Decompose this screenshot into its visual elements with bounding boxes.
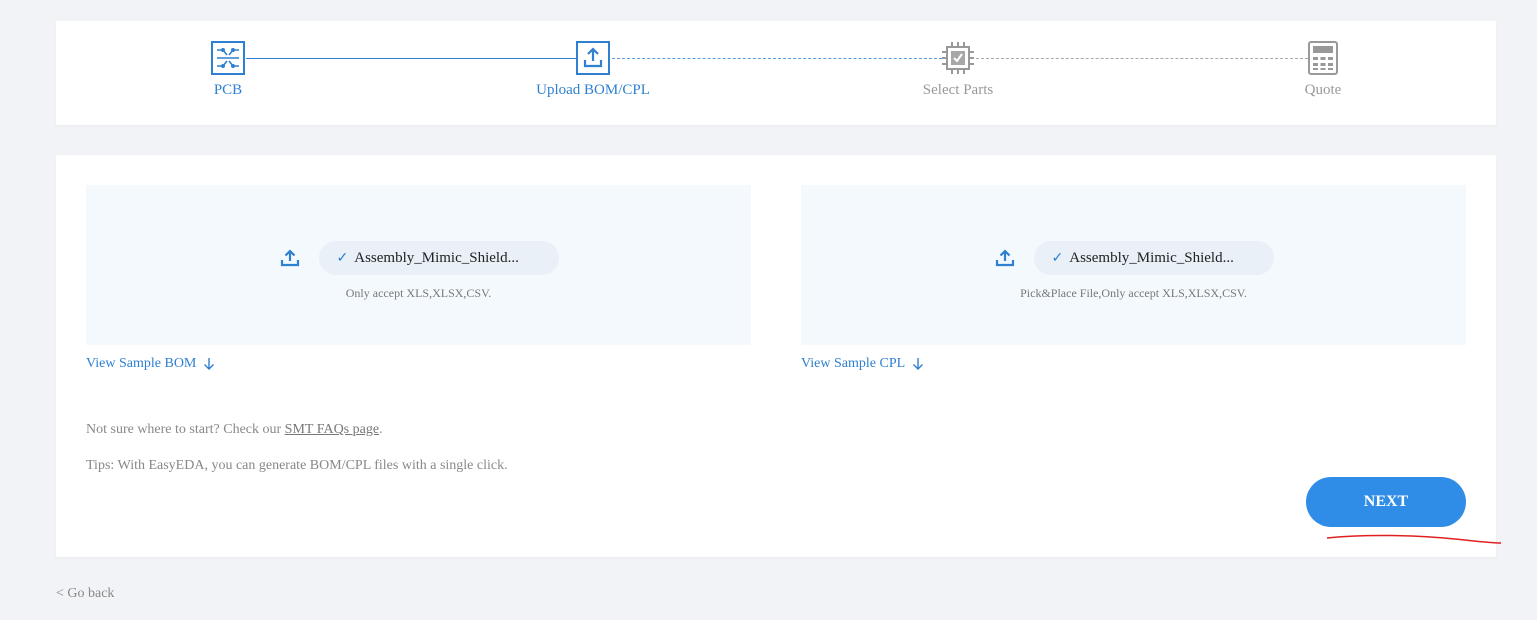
bom-file-name: Assembly_Mimic_Shield... [354,249,519,266]
check-icon: ✓ [336,250,349,266]
bom-file-hint: Only accept XLS,XLSX,CSV. [345,286,492,300]
step-pcb[interactable]: PCB [128,41,328,99]
faq-prefix: Not sure where to start? Check our [86,422,285,437]
step-upload[interactable]: Upload BOM/CPL [493,41,693,99]
annotation-underline [1326,534,1502,544]
upload-card: ✓ Assembly_Mimic_Shield... Only accept X… [56,155,1496,557]
smt-faqs-link[interactable]: SMT FAQs page [285,422,379,437]
bom-upload-row: ✓ Assembly_Mimic_Shield... [86,241,751,275]
go-back-link[interactable]: < Go back [56,586,114,602]
download-icon [911,357,925,371]
cpl-upload-zone[interactable]: ✓ Assembly_Mimic_Shield... Pick&Place Fi… [801,185,1466,345]
step-quote[interactable]: Quote [1223,41,1423,99]
faq-help-text: Not sure where to start? Check our SMT F… [86,422,383,438]
bom-file-chip: ✓ Assembly_Mimic_Shield... [318,241,559,275]
cpl-upload-row: ✓ Assembly_Mimic_Shield... [801,241,1466,275]
view-sample-bom-label: View Sample BOM [86,356,197,371]
calculator-icon [1306,41,1340,75]
view-sample-cpl-link[interactable]: View Sample CPL [801,356,925,372]
upload-icon[interactable] [994,247,1016,269]
bom-upload-zone[interactable]: ✓ Assembly_Mimic_Shield... Only accept X… [86,185,751,345]
upload-icon[interactable] [279,247,301,269]
step-label: Upload BOM/CPL [536,82,650,98]
cpl-file-chip: ✓ Assembly_Mimic_Shield... [1033,241,1274,275]
cpl-file-name: Assembly_Mimic_Shield... [1069,249,1234,266]
view-sample-bom-link[interactable]: View Sample BOM [86,356,216,372]
next-button[interactable]: NEXT [1306,477,1466,527]
circuit-board-icon [211,41,245,75]
step-label: PCB [213,82,243,98]
step-select-parts[interactable]: Select Parts [858,41,1058,99]
cpl-file-hint: Pick&Place File,Only accept XLS,XLSX,CSV… [1020,286,1247,300]
easyeda-tip: Tips: With EasyEDA, you can generate BOM… [86,458,508,473]
upload-icon [576,41,610,75]
view-sample-cpl-label: View Sample CPL [801,356,906,371]
chip-check-icon [941,41,975,75]
download-icon [202,357,216,371]
check-icon: ✓ [1051,250,1064,266]
step-label: Quote [1304,82,1342,98]
faq-suffix: . [379,422,383,437]
progress-stepper: PCB Upload BOM/CPL Select Parts Quote [56,21,1496,125]
step-label: Select Parts [922,82,994,98]
